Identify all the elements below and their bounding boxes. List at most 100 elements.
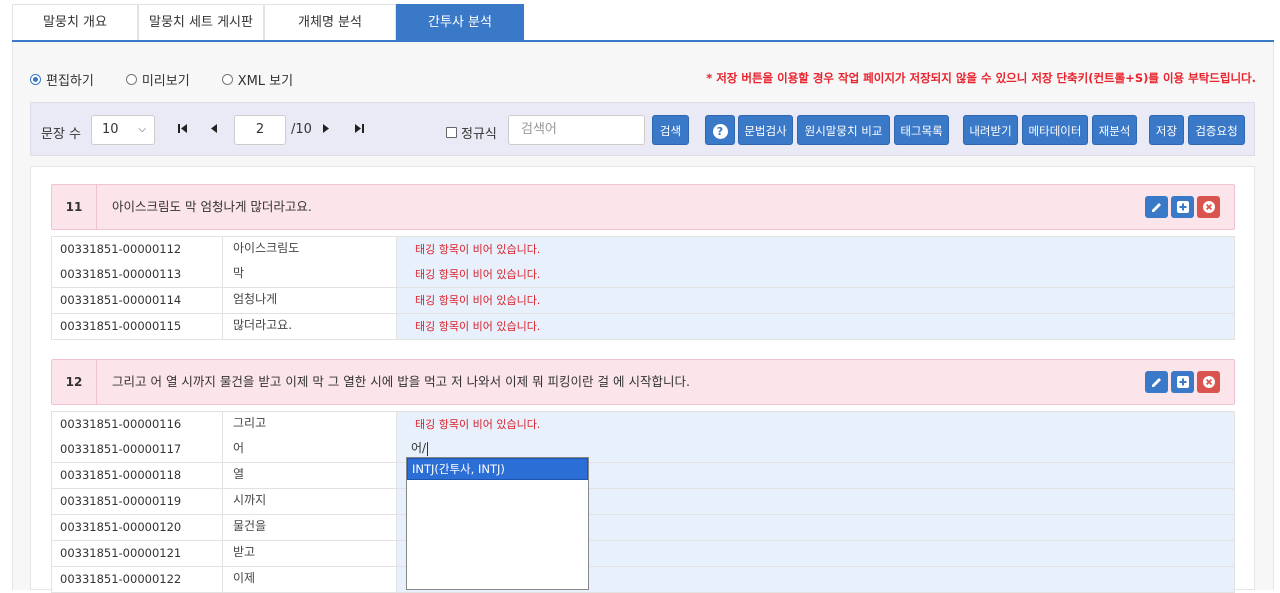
token-word: 시까지 — [223, 489, 397, 514]
tag-cell[interactable]: 태깅 항목이 비어 있습니다. — [397, 262, 1235, 287]
tag-cell[interactable]: 태깅 항목이 비어 있습니다. — [397, 412, 1235, 437]
prev-page-icon[interactable] — [209, 123, 218, 137]
token-word: 그리고 — [223, 412, 397, 437]
first-page-icon[interactable] — [177, 123, 188, 137]
token-word: 엄청나게 — [223, 288, 397, 313]
table-row: 00331851-00000118 열 — [51, 463, 1235, 489]
close-circle-icon — [1202, 201, 1215, 213]
checkbox-box[interactable] — [446, 127, 457, 138]
tag-autocomplete-list: INTJ(간투사, INTJ) — [406, 457, 589, 590]
table-row: 00331851-00000115 많더라고요. 태깅 항목이 비어 있습니다. — [51, 314, 1235, 340]
table-row: 00331851-00000121 받고 — [51, 541, 1235, 567]
view-mode-group: 편집하기 미리보기 XML 보기 — [30, 70, 325, 89]
token-id: 00331851-00000119 — [51, 489, 223, 514]
text-cursor — [427, 441, 429, 456]
radio-dot[interactable] — [30, 73, 41, 85]
token-id: 00331851-00000118 — [51, 463, 223, 488]
tag-cell[interactable]: 태깅 항목이 비어 있습니다. — [397, 237, 1235, 262]
save-notice: * 저장 버튼을 이용할 경우 작업 페이지가 저장되지 않을 수 있으니 저장… — [706, 71, 1256, 85]
toolbar: 문장 수 10 ⌵ 2 /10 정규식 검색어 검색 ? 문법검사 원시말뭉치 … — [30, 102, 1255, 156]
sentence-header: 12 그리고 어 열 시까지 물건을 받고 이제 막 그 열한 시에 밥을 먹고… — [51, 359, 1235, 405]
sentence-count-value: 10 — [102, 122, 119, 137]
token-table: 00331851-00000112 아이스크림도 태깅 항목이 비어 있습니다.… — [51, 236, 1235, 340]
sentence-text: 아이스크림도 막 엄청나게 많더라고요. — [112, 199, 312, 214]
sentence-header: 11 아이스크림도 막 엄청나게 많더라고요. — [51, 184, 1235, 230]
table-row: 00331851-00000120 물건을 — [51, 515, 1235, 541]
search-input[interactable]: 검색어 — [508, 115, 645, 145]
edit-button[interactable] — [1145, 371, 1168, 393]
tab-named-entity-analysis[interactable]: 개체명 분석 — [264, 4, 396, 40]
add-button[interactable] — [1171, 196, 1194, 218]
radio-label: 편집하기 — [46, 73, 94, 89]
sentence-count-label: 문장 수 — [41, 127, 82, 142]
token-word: 이제 — [223, 567, 397, 592]
help-icon: ? — [712, 124, 728, 139]
token-word: 많더라고요. — [223, 314, 397, 339]
plus-square-icon — [1176, 376, 1189, 388]
tab-corpus-overview[interactable]: 말뭉치 개요 — [12, 4, 138, 40]
token-id: 00331851-00000117 — [51, 437, 223, 462]
radio-preview[interactable]: 미리보기 — [125, 70, 190, 89]
radio-label: XML 보기 — [237, 73, 294, 89]
grammar-check-button[interactable]: 문법검사 — [738, 115, 793, 145]
edit-button[interactable] — [1145, 196, 1168, 218]
tag-cell[interactable]: 태깅 항목이 비어 있습니다. — [397, 288, 1235, 313]
token-table: 00331851-00000116 그리고 태깅 항목이 비어 있습니다. 00… — [51, 411, 1235, 593]
token-id: 00331851-00000116 — [51, 412, 223, 437]
tab-bar: 말뭉치 개요 말뭉치 세트 게시판 개체명 분석 간투사 분석 — [12, 4, 1274, 42]
tab-interjection-analysis[interactable]: 간투사 분석 — [396, 4, 524, 40]
token-id: 00331851-00000114 — [51, 288, 223, 313]
tag-cell[interactable]: 태깅 항목이 비어 있습니다. — [397, 314, 1235, 339]
radio-label: 미리보기 — [141, 73, 190, 89]
table-row: 00331851-00000122 이제 — [51, 567, 1235, 593]
add-button[interactable] — [1171, 371, 1194, 393]
sentence-number: 11 — [52, 185, 97, 229]
help-button[interactable]: ? — [705, 115, 735, 145]
tag-input-value: 어/ — [411, 441, 427, 455]
tab-corpus-set-board[interactable]: 말뭉치 세트 게시판 — [138, 4, 264, 40]
radio-dot[interactable] — [221, 73, 233, 85]
download-button[interactable]: 내려받기 — [963, 115, 1018, 145]
search-button[interactable]: 검색 — [652, 115, 689, 145]
table-row: 00331851-00000117 어 어/ — [51, 437, 1235, 463]
reanalyze-button[interactable]: 재분석 — [1092, 115, 1137, 145]
token-word: 어 — [223, 437, 397, 462]
token-id: 00331851-00000115 — [51, 314, 223, 339]
table-row: 00331851-00000116 그리고 태깅 항목이 비어 있습니다. — [51, 411, 1235, 437]
radio-edit[interactable]: 편집하기 — [30, 70, 94, 89]
token-word: 막 — [223, 262, 397, 287]
table-row: 00331851-00000113 막 태깅 항목이 비어 있습니다. — [51, 262, 1235, 288]
close-circle-icon — [1202, 376, 1215, 388]
pencil-icon — [1152, 377, 1161, 387]
verify-request-button[interactable]: 검증요청 — [1188, 115, 1245, 145]
pencil-icon — [1152, 202, 1161, 212]
token-id: 00331851-00000120 — [51, 515, 223, 540]
regex-label: 정규식 — [461, 127, 497, 142]
next-page-icon[interactable] — [322, 123, 331, 137]
token-id: 00331851-00000112 — [51, 237, 223, 262]
token-word: 열 — [223, 463, 397, 488]
radio-dot[interactable] — [125, 73, 137, 85]
radio-xml-view[interactable]: XML 보기 — [221, 70, 294, 89]
table-row: 00331851-00000112 아이스크림도 태깅 항목이 비어 있습니다. — [51, 236, 1235, 262]
last-page-icon[interactable] — [354, 123, 365, 137]
tag-list-button[interactable]: 태그목록 — [894, 115, 949, 145]
autocomplete-option[interactable]: INTJ(간투사, INTJ) — [407, 458, 588, 480]
table-row: 00331851-00000114 엄청나게 태깅 항목이 비어 있습니다. — [51, 288, 1235, 314]
token-id: 00331851-00000121 — [51, 541, 223, 566]
sentence-number: 12 — [52, 360, 97, 404]
delete-button[interactable] — [1197, 196, 1220, 218]
token-word: 아이스크림도 — [223, 237, 397, 262]
page-number-input[interactable]: 2 — [234, 115, 286, 145]
save-button[interactable]: 저장 — [1149, 115, 1184, 145]
sentence-count-select[interactable]: 10 ⌵ — [91, 115, 155, 145]
token-id: 00331851-00000113 — [51, 262, 223, 287]
token-word: 받고 — [223, 541, 397, 566]
page-total: /10 — [291, 122, 312, 137]
sentence-text: 그리고 어 열 시까지 물건을 받고 이제 막 그 열한 시에 밥을 먹고 저 … — [112, 374, 690, 389]
regex-checkbox[interactable]: 정규식 — [446, 123, 497, 142]
delete-button[interactable] — [1197, 371, 1220, 393]
raw-corpus-compare-button[interactable]: 원시말뭉치 비교 — [797, 115, 890, 145]
token-id: 00331851-00000122 — [51, 567, 223, 592]
metadata-button[interactable]: 메타데이터 — [1022, 115, 1088, 145]
